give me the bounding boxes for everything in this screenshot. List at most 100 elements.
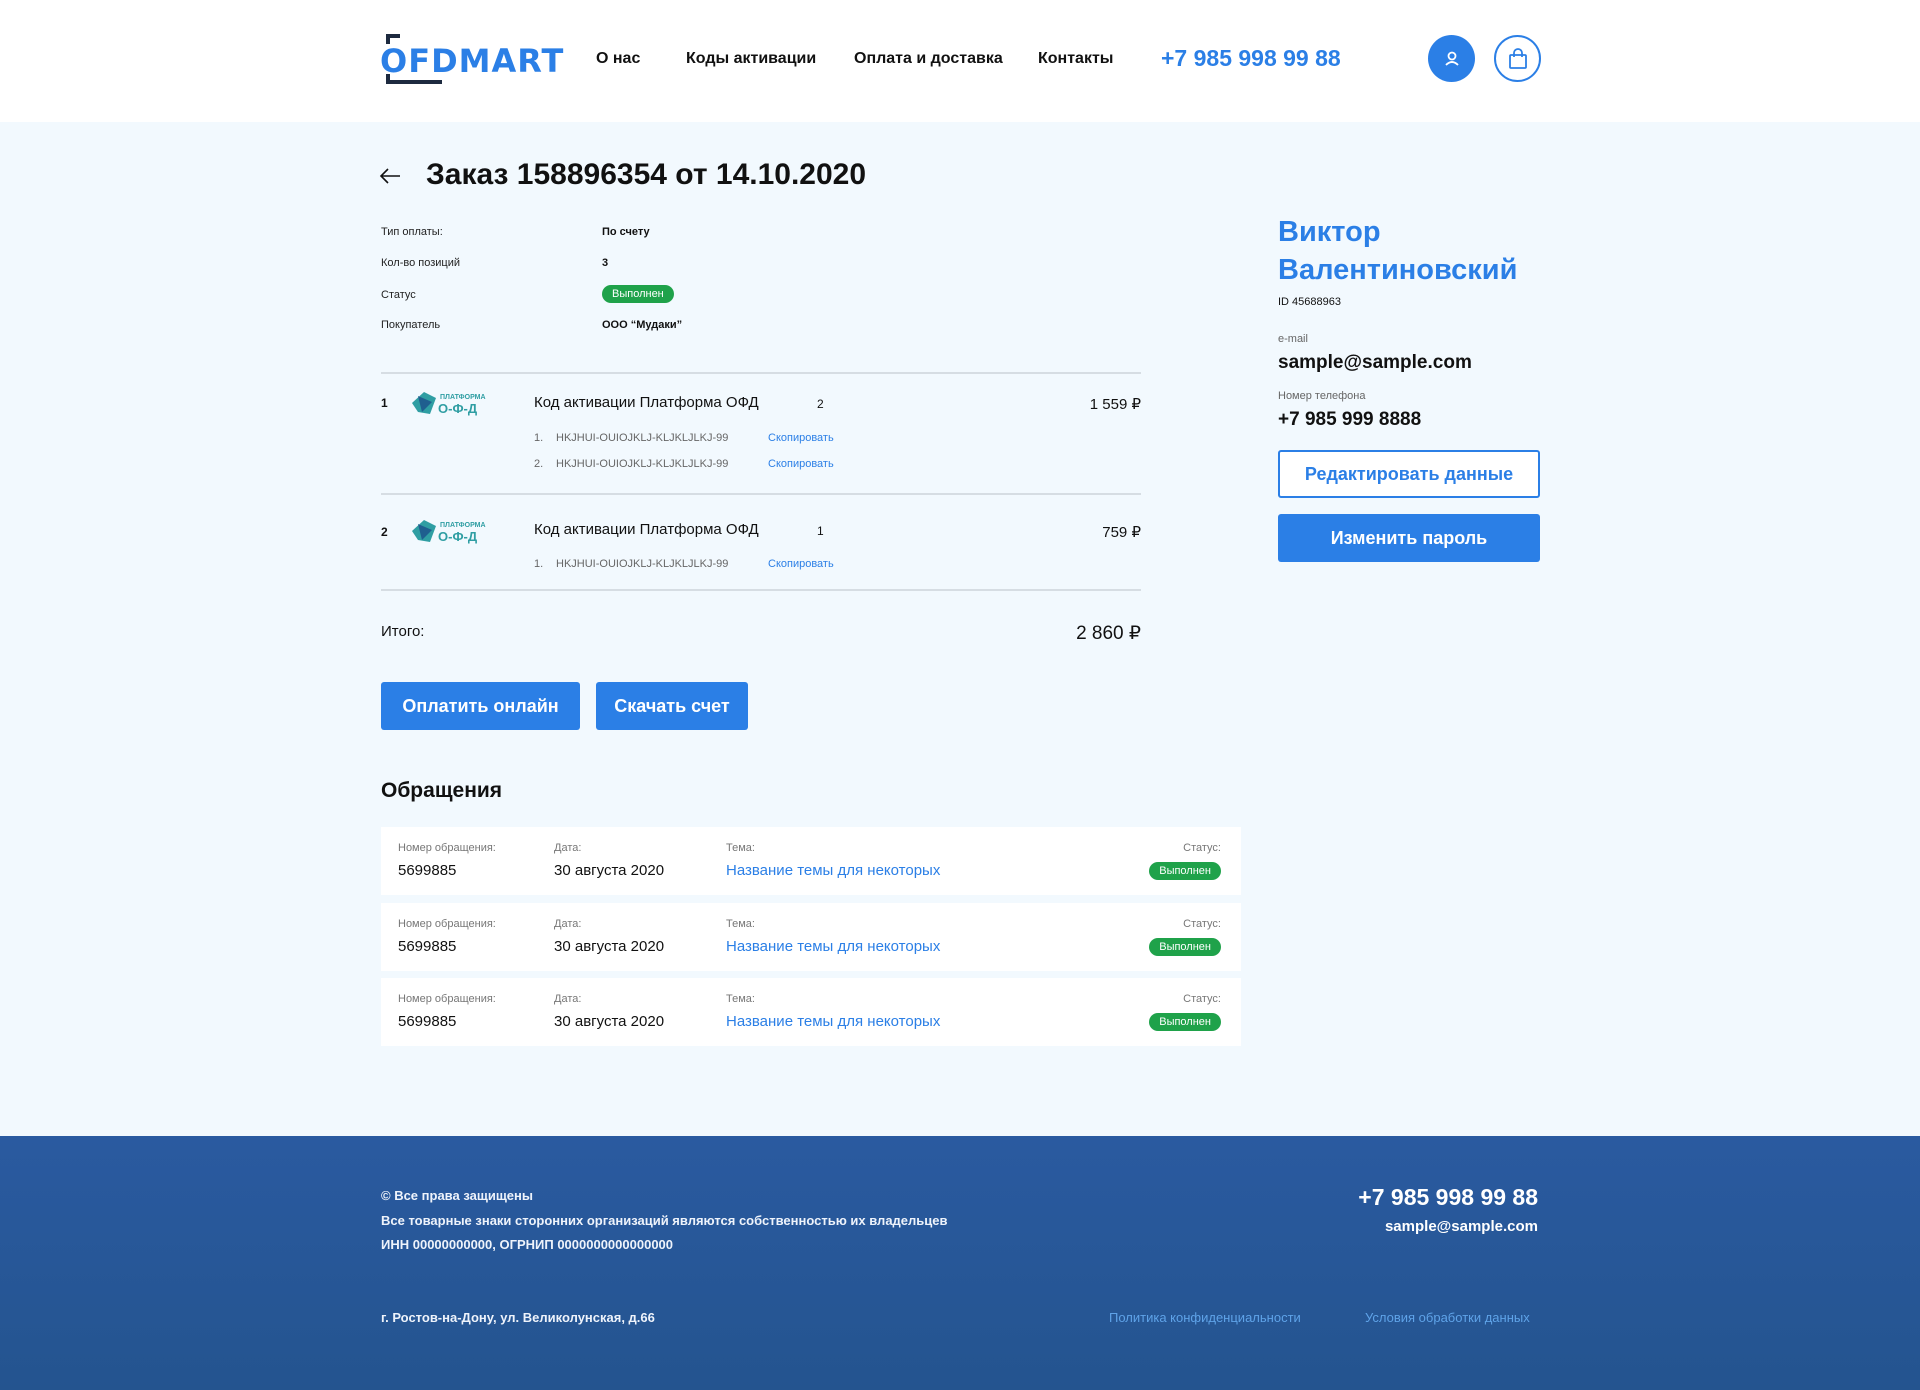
platforma-ofd-logo: ПЛАТФОРМА О-Ф-Д <box>410 388 496 418</box>
footer-address: г. Ростов-на-Дону, ул. Великолунская, д.… <box>381 1310 655 1325</box>
appeal-topic-link[interactable]: Название темы для некоторых <box>726 862 940 879</box>
item-name[interactable]: Код активации Платформа ОФД <box>534 394 759 411</box>
appeal-status-label: Статус: <box>1183 918 1221 930</box>
appeal-status-badge: Выполнен <box>1149 862 1221 880</box>
change-password-button[interactable]: Изменить пароль <box>1278 514 1540 562</box>
appeal-number-label: Номер обращения: <box>398 993 496 1005</box>
appeal-date-label: Дата: <box>554 993 582 1005</box>
divider <box>381 493 1141 495</box>
appeal-number: 5699885 <box>398 1013 457 1030</box>
item-price: 759 ₽ <box>1102 524 1141 541</box>
cart-button[interactable] <box>1494 35 1541 82</box>
buyer-value: ООО “Мудаки” <box>602 319 683 331</box>
total-value: 2 860 ₽ <box>1076 623 1141 644</box>
appeal-status-badge: Выполнен <box>1149 938 1221 956</box>
appeal-topic-link[interactable]: Название темы для некоторых <box>726 938 940 955</box>
status-label: Статус <box>381 289 416 301</box>
nav-payment-delivery[interactable]: Оплата и доставка <box>854 50 1003 68</box>
privacy-policy-link[interactable]: Политика конфиденциальности <box>1109 1310 1301 1325</box>
edit-profile-button[interactable]: Редактировать данные <box>1278 450 1540 498</box>
divider <box>381 372 1141 374</box>
appeal-number-label: Номер обращения: <box>398 842 496 854</box>
logo-top-text: ПЛАТФОРМА <box>440 522 486 529</box>
appeal-topic-label: Тема: <box>726 993 755 1005</box>
code-index: 1. <box>534 432 544 444</box>
user-id: ID 45688963 <box>1278 296 1341 308</box>
pay-online-button[interactable]: Оплатить онлайн <box>381 682 580 730</box>
appeal-date-label: Дата: <box>554 842 582 854</box>
item-price: 1 559 ₽ <box>1089 396 1141 413</box>
appeal-number: 5699885 <box>398 862 457 879</box>
phone-label: Номер телефона <box>1278 390 1366 402</box>
item-number: 2 <box>381 525 388 539</box>
nav-about[interactable]: О нас <box>596 50 640 68</box>
divider <box>381 589 1141 591</box>
positions-count-label: Кол-во позиций <box>381 257 460 269</box>
status-badge: Выполнен <box>602 285 674 303</box>
footer-email[interactable]: sample@sample.com <box>1385 1218 1538 1235</box>
footer-copyright: © Все права защищены <box>381 1188 533 1203</box>
email-label: e-mail <box>1278 333 1308 345</box>
platforma-ofd-logo: ПЛАТФОРМА О-Ф-Д <box>410 516 496 546</box>
activation-code-row: 2. HKJHUI-OUIOJKLJ-KLJKLJLKJ-99 Скопироват… <box>534 458 834 470</box>
appeal-number-label: Номер обращения: <box>398 918 496 930</box>
payment-type-label: Тип оплаты: <box>381 226 443 238</box>
activation-code: HKJHUI-OUIOJKLJ-KLJKLJLKJ-99 <box>556 558 729 570</box>
appeal-date: 30 августа 2020 <box>554 1013 665 1030</box>
arrow-left-icon[interactable] <box>378 166 402 186</box>
order-title: Заказ 158896354 от 14.10.2020 <box>426 158 867 191</box>
copy-code-link[interactable]: Скопировать <box>768 458 834 470</box>
user-phone: +7 985 999 8888 <box>1278 409 1422 430</box>
appeal-row[interactable]: Номер обращения: 5699885 Дата: 30 август… <box>381 903 1241 971</box>
ofdmart-logo[interactable]: OFDMART <box>380 34 563 86</box>
nav-contacts[interactable]: Контакты <box>1038 50 1113 68</box>
header-phone[interactable]: +7 985 998 99 88 <box>1161 45 1341 72</box>
appeal-status-badge: Выполнен <box>1149 1013 1221 1031</box>
site-header: OFDMART О нас Коды активации Оплата и до… <box>0 0 1920 122</box>
nav-activation-codes[interactable]: Коды активации <box>686 50 816 68</box>
platforma-ofd-logo-mark: ПЛАТФОРМА О-Ф-Д <box>412 392 486 416</box>
logo-text: OFDMART <box>380 42 565 80</box>
total-label: Итого: <box>381 623 425 640</box>
appeal-date: 30 августа 2020 <box>554 862 665 879</box>
copy-code-link[interactable]: Скопировать <box>768 432 834 444</box>
buyer-label: Покупатель <box>381 319 441 331</box>
activation-code: HKJHUI-OUIOJKLJ-KLJKLJLKJ-99 <box>556 458 729 470</box>
data-processing-terms-link[interactable]: Условия обработки данных <box>1365 1310 1530 1325</box>
payment-type-value: По счету <box>602 226 650 238</box>
footer-trademarks: Все товарные знаки сторонних организаций… <box>381 1213 948 1228</box>
code-index: 2. <box>534 458 544 470</box>
download-invoice-button[interactable]: Скачать счет <box>596 682 748 730</box>
footer-phone[interactable]: +7 985 998 99 88 <box>1358 1184 1538 1211</box>
logo-top-text: ПЛАТФОРМА <box>440 394 486 401</box>
code-index: 1. <box>534 558 544 570</box>
footer-inn: ИНН 00000000000, ОГРНИП 0000000000000000 <box>381 1237 674 1252</box>
logo-bottom-text: О-Ф-Д <box>438 401 478 416</box>
item-number: 1 <box>381 396 388 410</box>
item-quantity: 1 <box>817 524 824 538</box>
appeal-row[interactable]: Номер обращения: 5699885 Дата: 30 август… <box>381 827 1241 895</box>
profile-button[interactable] <box>1428 35 1475 82</box>
activation-code: HKJHUI-OUIOJKLJ-KLJKLJLKJ-99 <box>556 432 729 444</box>
appeal-status-label: Статус: <box>1183 993 1221 1005</box>
appeal-topic-label: Тема: <box>726 918 755 930</box>
user-email: sample@sample.com <box>1278 352 1472 373</box>
user-name: Виктор Валентиновский <box>1278 216 1518 286</box>
user-icon <box>1444 51 1459 66</box>
logo-bottom-text: О-Ф-Д <box>438 529 478 544</box>
site-footer: © Все права защищены Все товарные знаки … <box>0 1136 1920 1390</box>
appeal-topic-link[interactable]: Название темы для некоторых <box>726 1013 940 1030</box>
shopping-bag-icon <box>1508 47 1527 69</box>
appeal-row[interactable]: Номер обращения: 5699885 Дата: 30 август… <box>381 978 1241 1046</box>
copy-code-link[interactable]: Скопировать <box>768 558 834 570</box>
activation-code-row: 1. HKJHUI-OUIOJKLJ-KLJKLJLKJ-99 Скопироват… <box>534 432 834 444</box>
appeals-title: Обращения <box>381 779 503 802</box>
item-quantity: 2 <box>817 397 824 411</box>
appeal-number: 5699885 <box>398 938 457 955</box>
activation-code-row: 1. HKJHUI-OUIOJKLJ-KLJKLJLKJ-99 Скопироват… <box>534 558 834 570</box>
appeal-date-label: Дата: <box>554 918 582 930</box>
status-value: Выполнен <box>602 285 674 303</box>
appeal-status-label: Статус: <box>1183 842 1221 854</box>
platforma-ofd-logo-mark: ПЛАТФОРМА О-Ф-Д <box>412 520 486 544</box>
item-name[interactable]: Код активации Платформа ОФД <box>534 521 759 538</box>
